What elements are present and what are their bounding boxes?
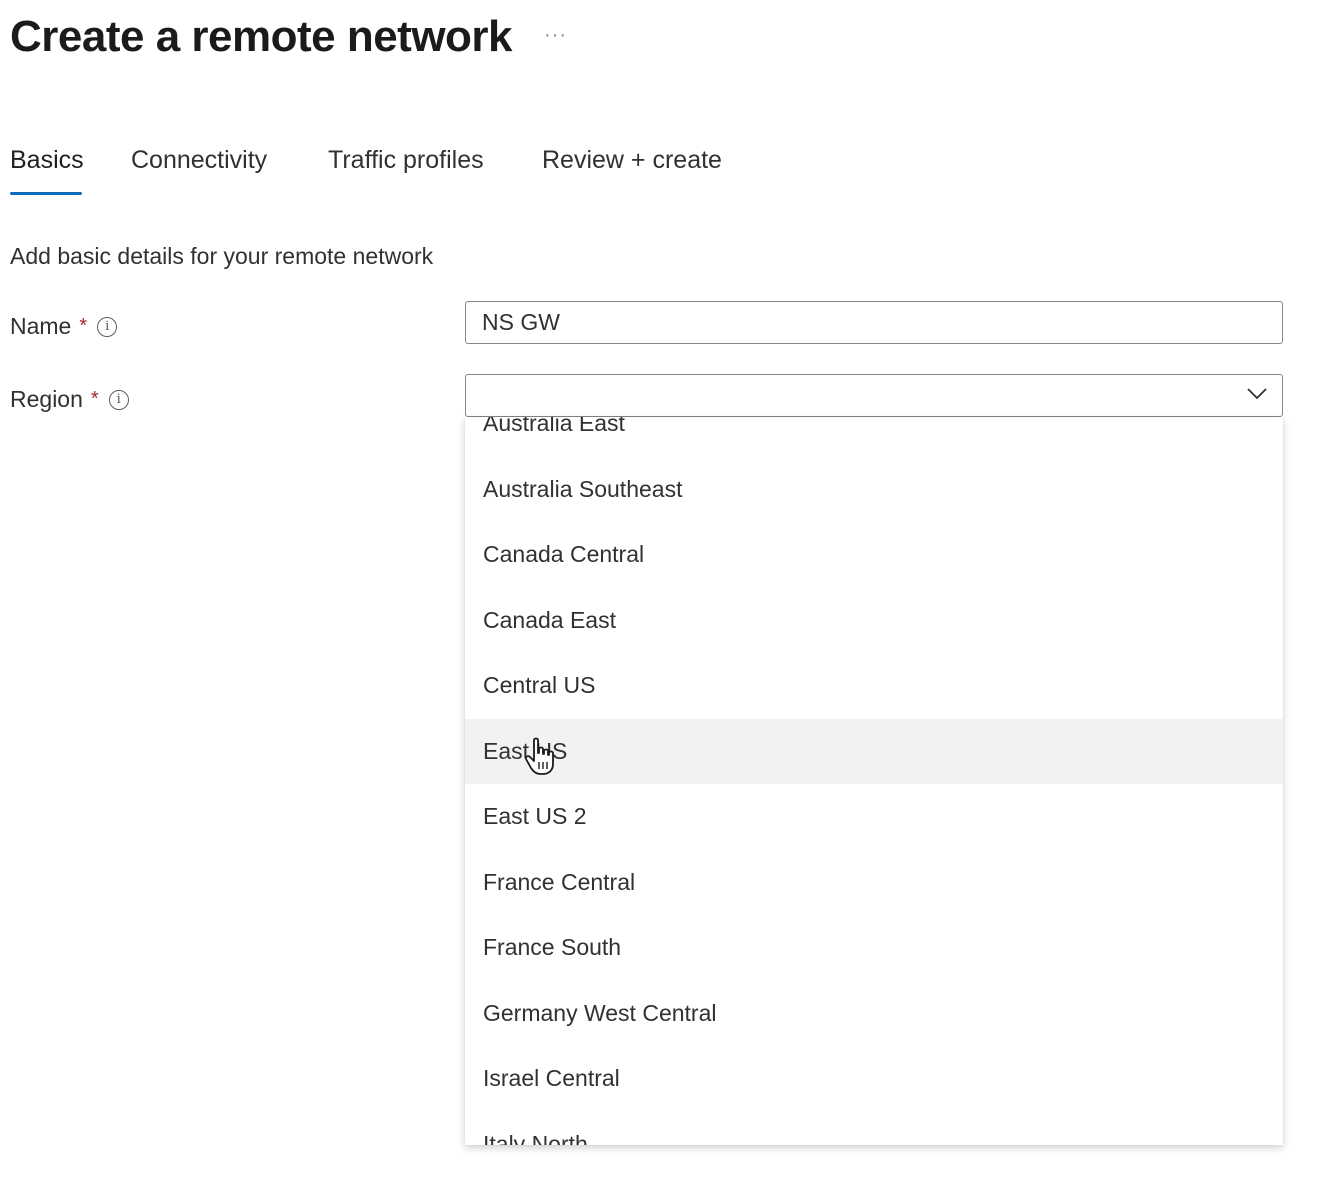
region-option[interactable]: Central US (465, 653, 1283, 719)
region-option[interactable]: France South (465, 915, 1283, 981)
tab-basics[interactable]: Basics (10, 146, 84, 195)
tab-review-create[interactable]: Review + create (542, 146, 722, 189)
tab-label: Connectivity (131, 146, 268, 174)
info-icon[interactable] (97, 316, 118, 337)
region-option[interactable]: Canada Central (465, 522, 1283, 588)
region-option[interactable]: Australia East (465, 417, 1283, 457)
tab-label: Review + create (542, 146, 722, 174)
name-field-label: Name * (10, 313, 118, 340)
region-option[interactable]: East US (465, 718, 1283, 784)
region-option[interactable]: East US 2 (465, 784, 1283, 850)
region-option[interactable]: Canada East (465, 588, 1283, 654)
region-option[interactable]: Australia Southeast (465, 457, 1283, 523)
tab-traffic-profiles[interactable]: Traffic profiles (328, 146, 484, 189)
tab-connectivity[interactable]: Connectivity (131, 146, 267, 189)
region-option[interactable]: Germany West Central (465, 981, 1283, 1047)
required-marker: * (90, 388, 99, 410)
name-label-text: Name (10, 313, 72, 339)
more-icon[interactable]: ··· (544, 24, 567, 47)
region-dropdown-list[interactable]: Australia East Australia Southeast Canada … (465, 417, 1283, 1145)
region-option[interactable]: France Central (465, 850, 1283, 916)
name-input[interactable]: NS GW (465, 301, 1283, 344)
required-marker: * (79, 315, 88, 337)
region-option[interactable]: Israel Central (465, 1046, 1283, 1112)
active-tab-indicator (10, 192, 82, 195)
section-description: Add basic details for your remote networ… (10, 243, 434, 269)
region-select[interactable] (465, 374, 1283, 417)
region-field-label: Region * (10, 386, 129, 413)
tab-label: Basics (10, 146, 84, 174)
info-icon[interactable] (108, 389, 129, 410)
region-options: Australia East Australia Southeast Canada … (465, 417, 1283, 1145)
page-title: Create a remote network (10, 12, 513, 61)
region-label-text: Region (10, 386, 83, 412)
tab-label: Traffic profiles (328, 146, 484, 174)
chevron-down-icon (1247, 388, 1267, 400)
region-option[interactable]: Italy North (465, 1112, 1283, 1146)
